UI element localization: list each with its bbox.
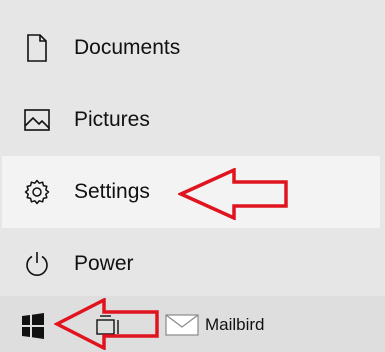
start-menu: Documents Pictures Settings Power xyxy=(0,0,385,296)
taskbar-app-label: Mailbird xyxy=(205,315,265,334)
start-menu-item-label: Documents xyxy=(74,36,181,59)
windows-logo-icon[interactable] xyxy=(14,313,48,339)
start-menu-item-power[interactable]: Power xyxy=(0,228,385,300)
power-icon xyxy=(22,249,52,279)
annotation-arrow-settings xyxy=(178,168,288,220)
start-menu-item-label: Pictures xyxy=(74,108,150,131)
start-menu-item-label: Power xyxy=(74,252,134,275)
start-menu-item-documents[interactable]: Documents xyxy=(0,12,385,84)
document-icon xyxy=(22,33,52,63)
gear-icon xyxy=(22,177,52,207)
arrow-shape xyxy=(54,298,159,350)
taskbar-app-mailbird[interactable]: Mailbird xyxy=(165,311,265,339)
annotation-arrow-start xyxy=(54,298,159,350)
start-menu-item-label: Settings xyxy=(74,180,150,203)
mail-icon xyxy=(165,314,199,336)
pictures-icon xyxy=(22,105,52,135)
start-menu-item-pictures[interactable]: Pictures xyxy=(0,84,385,156)
arrow-shape xyxy=(178,168,288,220)
